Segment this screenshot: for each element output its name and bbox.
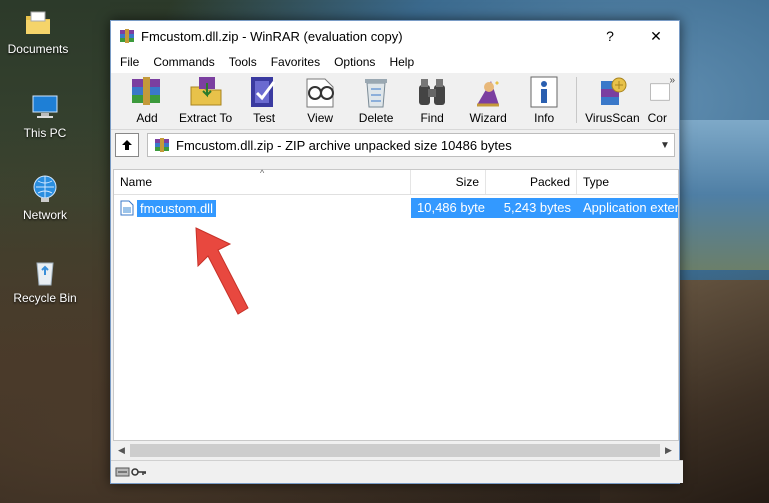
view-button[interactable]: View — [292, 75, 348, 129]
test-icon — [251, 77, 276, 107]
cell-type: Application exter — [577, 198, 678, 218]
toolbar-separator — [576, 77, 578, 123]
title-bar[interactable]: Fmcustom.dll.zip - WinRAR (evaluation co… — [111, 21, 679, 51]
recycle-bin-icon — [36, 262, 54, 286]
chevron-down-icon[interactable]: ▼ — [656, 140, 674, 151]
desktop-icon-documents[interactable]: Documents — [3, 8, 73, 56]
tool-label: Extract To — [179, 111, 233, 125]
info-icon — [530, 76, 558, 108]
cell-name: fmcustom.dll — [114, 199, 411, 217]
file-name: fmcustom.dll — [137, 199, 216, 217]
help-button[interactable]: ? — [587, 21, 633, 51]
scroll-thumb[interactable] — [130, 444, 660, 457]
tool-label: Cor — [647, 111, 667, 125]
desktop-icon-network[interactable]: Network — [10, 174, 80, 222]
desktop-icon-label: Recycle Bin — [13, 291, 77, 305]
wizard-icon — [477, 81, 500, 107]
menu-favorites[interactable]: Favorites — [264, 55, 327, 69]
window-title: Fmcustom.dll.zip - WinRAR (evaluation co… — [141, 28, 403, 44]
address-bar: Fmcustom.dll.zip - ZIP archive unpacked … — [111, 130, 679, 160]
virusscan-button[interactable]: VirusScan — [581, 75, 643, 129]
scroll-left-icon[interactable]: ◀ — [113, 445, 130, 456]
desktop-wallpaper-sea — [670, 120, 769, 270]
horizontal-scrollbar[interactable]: ◀ ▶ — [113, 442, 677, 459]
toolbar-overflow-icon[interactable]: » — [669, 75, 675, 86]
extract-to-icon — [190, 77, 222, 106]
menu-file[interactable]: File — [113, 55, 146, 69]
delete-button[interactable]: Delete — [348, 75, 404, 129]
desktop-icon-label: Network — [22, 208, 67, 222]
column-name-label: Name — [120, 175, 153, 189]
menu-help[interactable]: Help — [382, 55, 421, 69]
column-packed[interactable]: Packed — [486, 170, 577, 194]
winrar-app-icon — [120, 29, 134, 43]
address-field[interactable]: Fmcustom.dll.zip - ZIP archive unpacked … — [147, 133, 675, 157]
tool-label: Find — [420, 111, 444, 125]
sort-caret-icon: ^ — [260, 168, 265, 178]
wizard-button[interactable]: Wizard — [460, 75, 516, 129]
toolbar: Add Extract To Test View Delete Find Wiz… — [111, 73, 679, 130]
column-type-label: Type — [583, 175, 610, 189]
archive-icon — [155, 138, 169, 152]
address-text: Fmcustom.dll.zip - ZIP archive unpacked … — [176, 137, 512, 153]
tool-label: Test — [253, 111, 276, 125]
cell-packed: 5,243 bytes — [486, 198, 577, 218]
computer-icon — [32, 95, 58, 118]
cell-size: 10,486 byte — [411, 198, 486, 218]
tool-label: Delete — [358, 111, 394, 125]
column-header: ^ Name Size Packed Type — [114, 168, 678, 195]
virusscan-icon — [601, 77, 627, 105]
info-button[interactable]: Info — [516, 75, 572, 129]
desktop-icon-this-pc[interactable]: This PC — [10, 92, 80, 140]
column-size[interactable]: Size — [411, 170, 486, 194]
desktop-icon-label: Documents — [7, 42, 69, 56]
add-archive-icon — [132, 77, 160, 105]
menu-bar: File Commands Tools Favorites Options He… — [111, 51, 679, 73]
network-icon — [33, 175, 57, 202]
up-folder-button[interactable] — [115, 133, 139, 157]
comment-icon — [649, 83, 670, 101]
menu-commands[interactable]: Commands — [146, 55, 221, 69]
tool-label: Add — [136, 111, 158, 125]
file-icon — [120, 200, 134, 216]
view-icon — [306, 78, 335, 108]
menu-options[interactable]: Options — [327, 55, 382, 69]
drive-key-icon — [115, 467, 146, 477]
tool-label: Wizard — [469, 111, 507, 125]
extract-to-button[interactable]: Extract To — [175, 75, 236, 129]
tool-label: VirusScan — [585, 111, 640, 125]
tool-label: Info — [534, 111, 555, 125]
test-button[interactable]: Test — [236, 75, 292, 129]
delete-icon — [365, 79, 388, 108]
up-arrow-icon — [122, 140, 132, 150]
column-size-label: Size — [455, 175, 479, 189]
column-type[interactable]: Type — [577, 170, 678, 194]
tool-label: View — [307, 111, 334, 125]
column-packed-label: Packed — [529, 175, 570, 189]
pointer-arrow-icon — [195, 227, 249, 315]
add-button[interactable]: Add — [119, 75, 175, 129]
desktop-icon-recycle-bin[interactable]: Recycle Bin — [10, 257, 80, 305]
status-bar — [111, 460, 683, 483]
close-button[interactable]: ✕ — [633, 21, 679, 51]
scroll-right-icon[interactable]: ▶ — [660, 445, 677, 456]
find-icon — [419, 79, 446, 105]
desktop-icon-label: This PC — [23, 126, 67, 140]
folder-icon — [26, 11, 50, 34]
find-button[interactable]: Find — [404, 75, 460, 129]
menu-tools[interactable]: Tools — [222, 55, 264, 69]
table-row[interactable]: fmcustom.dll 10,486 byte 5,243 bytes App… — [114, 198, 678, 218]
